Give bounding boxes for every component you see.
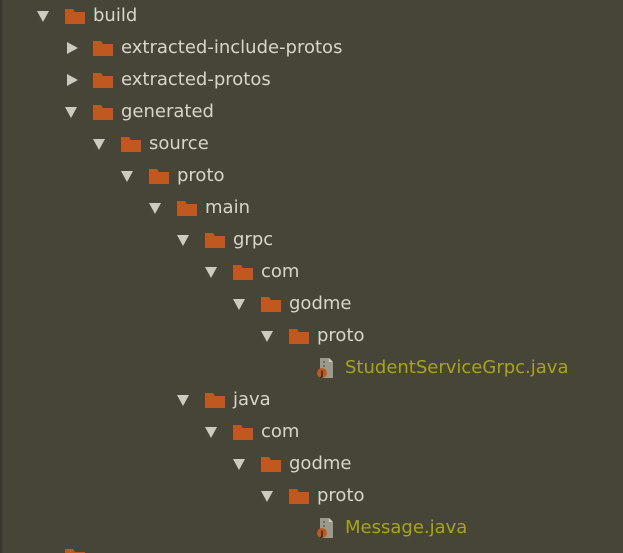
tree-node-grpc[interactable]: grpc: [0, 224, 623, 256]
expand-arrow-icon[interactable]: [121, 171, 133, 182]
expand-arrow-icon[interactable]: [205, 427, 217, 438]
tree-node-label: godme: [289, 453, 352, 474]
tree-node-label: extracted-include-protos: [121, 37, 343, 58]
tree-node-grpc-proto[interactable]: proto: [0, 320, 623, 352]
expand-arrow-icon[interactable]: [177, 395, 189, 406]
svg-text:J: J: [320, 370, 324, 379]
tree-node-build[interactable]: build: [0, 0, 623, 32]
java-file-icon: J: [316, 518, 334, 538]
folder-icon: [149, 168, 169, 184]
folder-icon: [205, 232, 225, 248]
tree-node-label: proto: [317, 325, 365, 346]
tree-node-java-proto[interactable]: proto: [0, 480, 623, 512]
expand-arrow-icon[interactable]: [93, 139, 105, 150]
folder-icon: [205, 392, 225, 408]
tree-node-java-com[interactable]: com: [0, 416, 623, 448]
folder-icon: [121, 136, 141, 152]
java-file-icon: J: [316, 358, 334, 378]
folder-icon: [289, 328, 309, 344]
tree-node-label: generated: [121, 101, 214, 122]
tree-node-label: com: [261, 421, 300, 442]
tree-node-source[interactable]: source: [0, 128, 623, 160]
folder-icon: [233, 264, 253, 280]
tree-file-message[interactable]: J Message.java: [0, 512, 623, 544]
tree-node-main[interactable]: main: [0, 192, 623, 224]
tree-node-label: build: [93, 5, 138, 26]
tree-node-label: proto: [317, 485, 365, 506]
tree-node-generated[interactable]: generated: [0, 96, 623, 128]
tree-node-java-godme[interactable]: godme: [0, 448, 623, 480]
folder-icon: [233, 424, 253, 440]
folder-icon: [93, 40, 113, 56]
tree-node-label: proto: [177, 165, 225, 186]
project-tree: build extracted-include-protos extracted…: [0, 0, 623, 553]
folder-icon: [65, 548, 85, 553]
tree-node-grpc-com[interactable]: com: [0, 256, 623, 288]
folder-icon: [93, 72, 113, 88]
folder-icon: [65, 8, 85, 24]
tree-node-extracted-protos[interactable]: extracted-protos: [0, 64, 623, 96]
tree-node-grpc-godme[interactable]: godme: [0, 288, 623, 320]
expand-arrow-icon[interactable]: [205, 267, 217, 278]
expand-arrow-icon[interactable]: [149, 203, 161, 214]
tree-node-label: java: [233, 389, 271, 410]
expand-arrow-icon[interactable]: [65, 107, 77, 118]
folder-icon: [177, 200, 197, 216]
tree-node-label: com: [261, 261, 300, 282]
tree-node-label: main: [205, 197, 250, 218]
expand-arrow-icon[interactable]: [261, 331, 273, 342]
tree-node-extracted-include-protos[interactable]: extracted-include-protos: [0, 32, 623, 64]
tree-node-proto[interactable]: proto: [0, 160, 623, 192]
folder-icon: [289, 488, 309, 504]
folder-icon: [261, 296, 281, 312]
svg-text:J: J: [320, 530, 324, 539]
tree-node-label: source: [149, 133, 209, 154]
tree-node-label: grpc: [233, 229, 274, 250]
expand-arrow-icon[interactable]: [233, 459, 245, 470]
collapse-arrow-icon[interactable]: [67, 74, 78, 86]
expand-arrow-icon[interactable]: [177, 235, 189, 246]
collapse-arrow-icon[interactable]: [67, 42, 78, 54]
expand-arrow-icon[interactable]: [261, 491, 273, 502]
tree-node-label: extracted-protos: [121, 69, 271, 90]
expand-arrow-icon[interactable]: [37, 11, 49, 22]
folder-icon: [261, 456, 281, 472]
tree-node-label: godme: [289, 293, 352, 314]
tree-file-student-service-grpc[interactable]: J StudentServiceGrpc.java: [0, 352, 623, 384]
tree-file-label: Message.java: [345, 517, 468, 538]
folder-icon: [93, 104, 113, 120]
tree-file-label: StudentServiceGrpc.java: [345, 357, 569, 378]
tree-node-java[interactable]: java: [0, 384, 623, 416]
expand-arrow-icon[interactable]: [233, 299, 245, 310]
